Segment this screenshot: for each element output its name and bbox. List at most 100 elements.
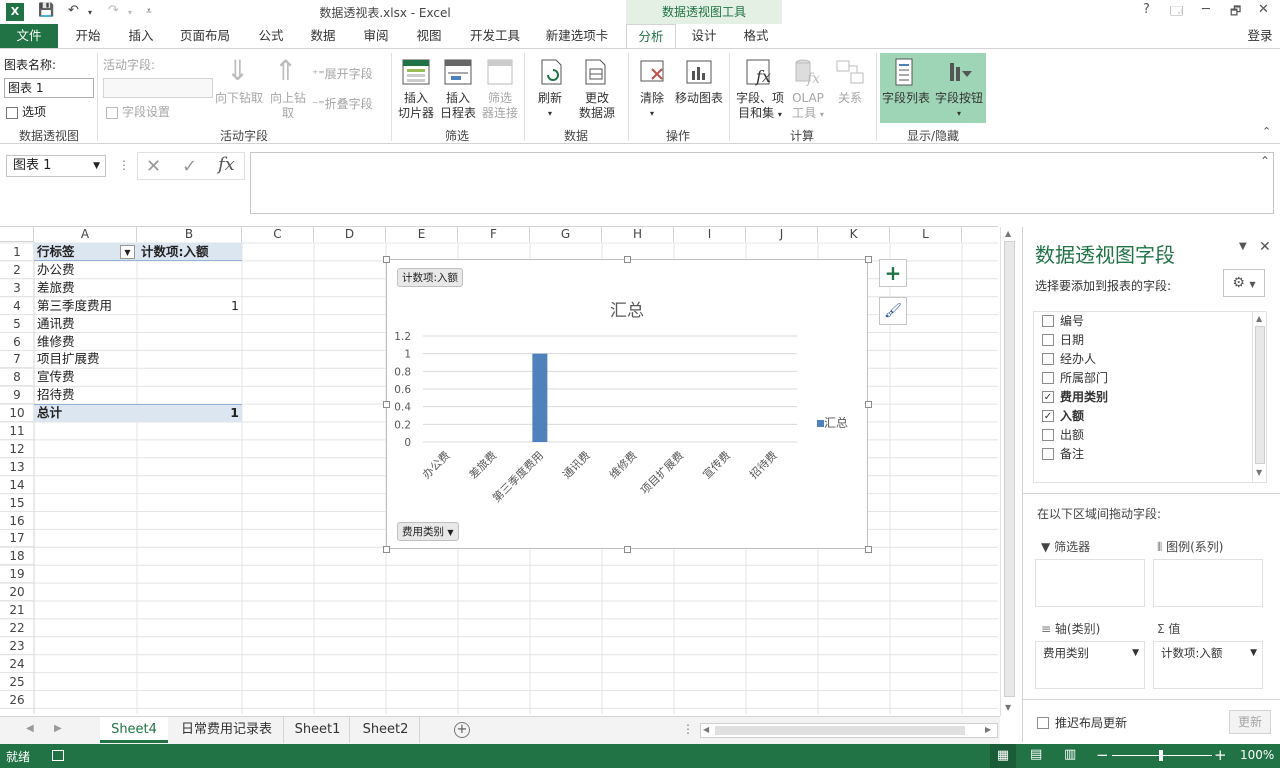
checkbox-icon[interactable] bbox=[1042, 428, 1054, 441]
field-item[interactable]: 所属部门 bbox=[1042, 369, 1108, 387]
row-header-12[interactable]: 12 bbox=[0, 440, 34, 458]
sheet-tab-sheet1[interactable]: Sheet1 bbox=[286, 717, 350, 743]
field-list-scroll-down-icon[interactable]: ▼ bbox=[1256, 468, 1262, 477]
row-header-1[interactable]: 1 bbox=[0, 243, 34, 261]
macro-record-icon[interactable] bbox=[52, 750, 64, 761]
chart-styles-button[interactable]: 🖌 bbox=[879, 297, 907, 325]
restore-button[interactable]: 🗗 bbox=[1230, 2, 1241, 23]
olap-tools-button[interactable]: OLAP 工具 ▾ bbox=[786, 91, 830, 122]
sheet-tab-sheet2[interactable]: Sheet2 bbox=[352, 717, 420, 743]
hscroll-right-icon[interactable]: ▶ bbox=[985, 725, 991, 734]
drill-down-button[interactable]: 向下钻取 bbox=[214, 91, 264, 106]
minimize-button[interactable]: ─ bbox=[1202, 2, 1210, 17]
zone-legend[interactable] bbox=[1153, 559, 1263, 607]
chart-elements-button[interactable]: + bbox=[879, 259, 907, 287]
column-header-C[interactable]: C bbox=[242, 227, 314, 242]
axis-field-item[interactable]: 费用类别 ▼ bbox=[1043, 644, 1139, 662]
chart-resize-handle[interactable] bbox=[624, 256, 631, 263]
row-header-17[interactable]: 17 bbox=[0, 529, 34, 548]
checkbox-checked-icon[interactable]: ✓ bbox=[1042, 409, 1054, 422]
column-header-F[interactable]: F bbox=[458, 227, 530, 242]
field-item[interactable]: 日期 bbox=[1042, 331, 1084, 349]
tab-view[interactable]: 视图 bbox=[406, 24, 452, 48]
checkbox-icon[interactable] bbox=[1042, 371, 1054, 384]
options-button[interactable]: 选项 bbox=[6, 103, 46, 120]
field-list-scrollbar[interactable]: ▲ ▼ bbox=[1252, 312, 1267, 482]
collapse-field-button[interactable]: ⁻⁼折叠字段 bbox=[312, 95, 373, 112]
chart-name-input[interactable]: 图表 1 bbox=[4, 78, 94, 98]
cell-A3[interactable]: 差旅费 bbox=[37, 279, 137, 297]
cancel-entry-icon[interactable]: ✕ bbox=[146, 156, 161, 177]
tab-page-layout[interactable]: 页面布局 bbox=[172, 24, 238, 48]
zone-filter[interactable] bbox=[1035, 559, 1145, 607]
close-button[interactable]: ✕ bbox=[1258, 2, 1269, 17]
field-item[interactable]: 备注 bbox=[1042, 445, 1084, 463]
chart-resize-handle[interactable] bbox=[383, 546, 390, 553]
column-header-E[interactable]: E bbox=[386, 227, 458, 242]
row-header-16[interactable]: 16 bbox=[0, 512, 34, 530]
row-header-18[interactable]: 18 bbox=[0, 547, 34, 566]
drill-up-button[interactable]: 向上钻 取 bbox=[266, 91, 310, 121]
tab-analyze[interactable]: 分析 bbox=[626, 24, 676, 49]
column-header-H[interactable]: H bbox=[602, 227, 674, 242]
vertical-scrollbar[interactable]: ▲ ▼ bbox=[1000, 227, 1018, 716]
insert-function-icon[interactable]: fx bbox=[218, 154, 235, 175]
scroll-thumb[interactable] bbox=[1004, 241, 1015, 697]
axis-field-button[interactable]: 费用类别 ▼ bbox=[397, 522, 459, 541]
row-header-19[interactable]: 19 bbox=[0, 565, 34, 584]
tab-format[interactable]: 格式 bbox=[732, 24, 780, 48]
filter-connections-button[interactable]: 筛选 器连接 bbox=[480, 91, 520, 121]
hscroll-left-icon[interactable]: ◀ bbox=[703, 725, 709, 734]
field-list-button[interactable]: 字段列表 bbox=[880, 91, 932, 106]
tab-developer[interactable]: 开发工具 bbox=[462, 24, 528, 48]
cell-A8[interactable]: 宣传费 bbox=[37, 368, 137, 386]
scroll-down-icon[interactable]: ▼ bbox=[1005, 703, 1011, 712]
checkbox-icon[interactable] bbox=[1042, 333, 1054, 346]
new-sheet-button[interactable]: + bbox=[454, 722, 470, 738]
values-item-dropdown-icon[interactable]: ▼ bbox=[1250, 644, 1257, 662]
ribbon-display-button[interactable]: 🗔 bbox=[1170, 2, 1183, 23]
tab-design[interactable]: 设计 bbox=[680, 24, 728, 48]
row-header-4[interactable]: 4 bbox=[0, 297, 34, 315]
row-header-20[interactable]: 20 bbox=[0, 583, 34, 602]
update-button[interactable]: 更新 bbox=[1229, 710, 1271, 734]
row-header-23[interactable]: 23 bbox=[0, 637, 34, 655]
row-header-6[interactable]: 6 bbox=[0, 333, 34, 351]
row-header-11[interactable]: 11 bbox=[0, 422, 34, 440]
column-header-L[interactable]: L bbox=[890, 227, 962, 242]
formula-input[interactable] bbox=[250, 152, 1274, 214]
field-item[interactable]: 编号 bbox=[1042, 312, 1084, 330]
help-button[interactable]: ? bbox=[1143, 2, 1150, 17]
page-layout-view-icon[interactable]: ▤ bbox=[1030, 747, 1042, 762]
formula-bar-more-icon[interactable]: ⋮ bbox=[118, 158, 130, 172]
row-header-9[interactable]: 9 bbox=[0, 386, 34, 405]
tab-split-handle-icon[interactable]: ⋮ bbox=[682, 722, 694, 736]
row-header-14[interactable]: 14 bbox=[0, 476, 34, 494]
move-chart-button[interactable]: 移动图表 bbox=[672, 91, 726, 106]
cell-A4[interactable]: 第三季度费用 bbox=[37, 297, 137, 315]
cell-A5[interactable]: 通讯费 bbox=[37, 315, 137, 333]
row-header-24[interactable]: 24 bbox=[0, 655, 34, 673]
legend[interactable]: 汇总 bbox=[817, 414, 848, 431]
chart-resize-handle[interactable] bbox=[865, 401, 872, 408]
field-item[interactable]: ✓ 费用类别 bbox=[1042, 388, 1108, 406]
column-header-A[interactable]: A bbox=[34, 227, 137, 242]
cell-A2[interactable]: 办公费 bbox=[37, 261, 137, 279]
row-labels-filter-dropdown[interactable]: ▼ bbox=[120, 245, 135, 259]
tab-new-tab[interactable]: 新建选项卡 bbox=[536, 24, 618, 48]
cell-B1-value-header[interactable]: 计数项:入额 bbox=[141, 243, 241, 261]
chart-resize-handle[interactable] bbox=[383, 401, 390, 408]
name-box[interactable]: 图表 1 ▼ bbox=[6, 155, 106, 177]
formula-bar-collapse-icon[interactable]: ⌃ bbox=[1260, 154, 1270, 168]
zoom-in-button[interactable]: + bbox=[1214, 746, 1227, 764]
pane-close-icon[interactable]: ✕ bbox=[1259, 239, 1271, 255]
relationships-button[interactable]: 关系 bbox=[830, 91, 870, 106]
normal-view-icon[interactable]: ▦ bbox=[990, 744, 1016, 768]
cell-A6[interactable]: 维修费 bbox=[37, 333, 137, 351]
row-header-25[interactable]: 25 bbox=[0, 673, 34, 691]
column-header-B[interactable]: B bbox=[137, 227, 242, 242]
row-header-2[interactable]: 2 bbox=[0, 261, 34, 279]
zoom-out-button[interactable]: − bbox=[1096, 746, 1109, 764]
tab-review[interactable]: 审阅 bbox=[353, 24, 399, 48]
values-field-item[interactable]: 计数项:入额 ▼ bbox=[1161, 644, 1257, 662]
